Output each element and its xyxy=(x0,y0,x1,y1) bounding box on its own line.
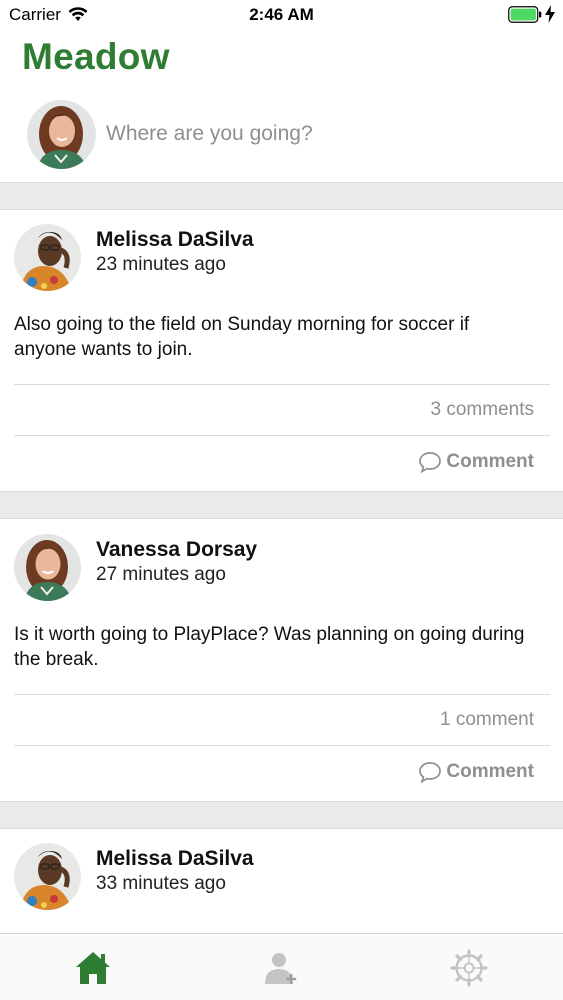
post-timestamp: 33 minutes ago xyxy=(96,873,226,894)
tab-home[interactable] xyxy=(73,948,113,988)
comment-bubble-icon xyxy=(419,452,442,473)
home-icon xyxy=(76,952,110,984)
tab-add-friend[interactable] xyxy=(261,948,301,988)
comment-count[interactable]: 3 comments xyxy=(431,399,534,421)
post-text: Is it worth going to PlayPlace? Was plan… xyxy=(14,624,525,670)
feed-post: Melissa DaSilva 33 minutes ago xyxy=(0,829,563,933)
status-time: 2:46 AM xyxy=(249,5,314,24)
divider xyxy=(14,435,550,436)
divider xyxy=(14,694,550,695)
post-timestamp: 27 minutes ago xyxy=(96,564,226,585)
tab-bar xyxy=(0,933,563,1000)
divider xyxy=(14,745,550,746)
post-author[interactable]: Melissa DaSilva xyxy=(96,847,254,871)
comment-button[interactable]: Comment xyxy=(418,451,534,473)
charging-bolt-icon xyxy=(545,5,555,23)
battery-icon xyxy=(508,6,542,23)
add-friend-icon xyxy=(265,953,297,984)
feed-post: Melissa DaSilva 23 minutes ago Also goin… xyxy=(0,210,563,492)
avatar[interactable] xyxy=(14,843,81,910)
tab-settings[interactable] xyxy=(449,948,489,988)
post-composer xyxy=(0,95,563,180)
divider xyxy=(14,384,550,385)
post-author[interactable]: Vanessa Dorsay xyxy=(96,538,257,562)
post-timestamp: 23 minutes ago xyxy=(96,254,226,275)
settings-gear-icon xyxy=(450,949,488,987)
feed-separator xyxy=(0,182,563,210)
comment-bubble-icon xyxy=(419,762,442,783)
avatar[interactable] xyxy=(27,100,96,169)
post-author[interactable]: Melissa DaSilva xyxy=(96,228,254,252)
comment-label: Comment xyxy=(446,761,534,782)
avatar[interactable] xyxy=(14,224,81,291)
status-bar: Carrier 2:46 AM xyxy=(0,0,563,30)
feed-separator xyxy=(0,491,563,519)
app-title: Meadow xyxy=(22,36,170,77)
post-text: Also going to the field on Sunday mornin… xyxy=(14,314,470,360)
comment-count[interactable]: 1 comment xyxy=(440,709,534,731)
feed-post: Vanessa Dorsay 27 minutes ago Is it wort… xyxy=(0,520,563,802)
comment-label: Comment xyxy=(446,451,534,472)
comment-button[interactable]: Comment xyxy=(418,761,534,783)
feed-separator xyxy=(0,801,563,829)
where-going-input[interactable] xyxy=(106,117,526,151)
avatar[interactable] xyxy=(14,534,81,601)
